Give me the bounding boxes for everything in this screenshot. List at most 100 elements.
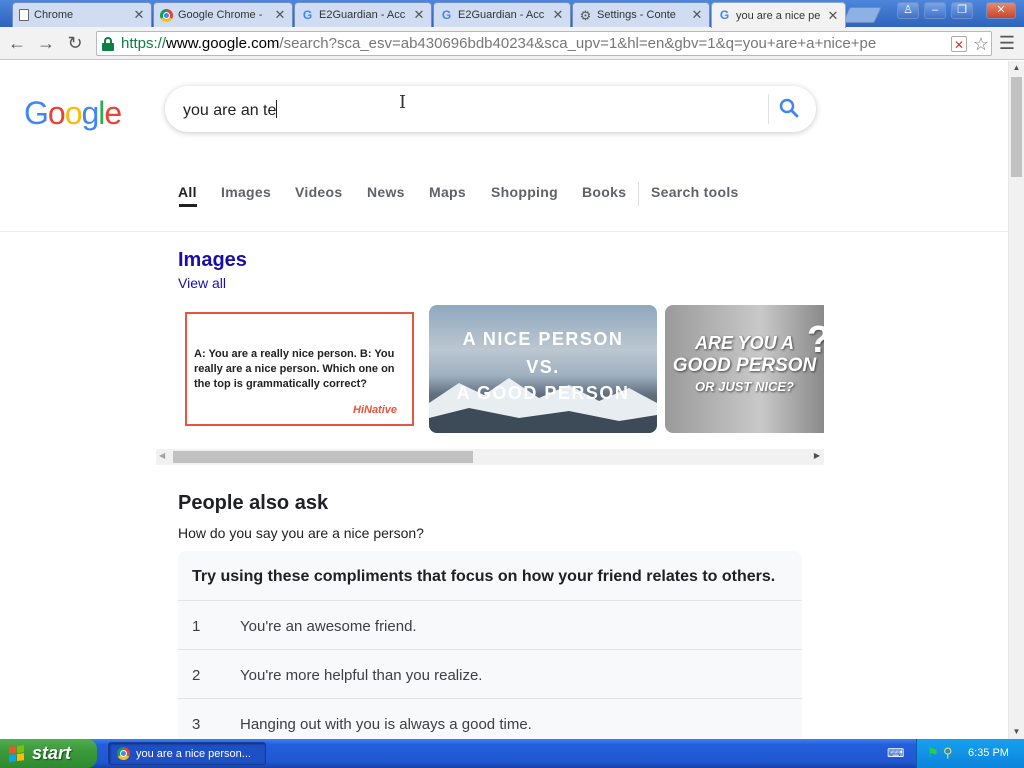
google-logo[interactable]: Google xyxy=(24,95,122,132)
tab-search-tools[interactable]: Search tools xyxy=(651,184,739,200)
network-icon[interactable]: ⚑ xyxy=(927,745,939,761)
search-icon[interactable] xyxy=(777,96,801,120)
browser-tab-active[interactable]: G you are a nice pe ✕ xyxy=(711,2,846,28)
image-result[interactable]: A: You are a really nice person. B: You … xyxy=(178,305,420,433)
new-tab-button[interactable] xyxy=(842,7,882,23)
tab-news[interactable]: News xyxy=(367,184,405,200)
scrollbar-thumb[interactable] xyxy=(1011,77,1022,177)
start-button[interactable]: start xyxy=(0,739,97,768)
divider xyxy=(768,94,769,124)
tab-books[interactable]: Books xyxy=(582,184,626,200)
taskbar-item-label: you are a nice person... xyxy=(136,747,251,760)
chrome-icon xyxy=(160,8,173,22)
browser-tab[interactable]: Chrome ✕ xyxy=(12,2,152,27)
close-icon[interactable]: ✕ xyxy=(691,7,703,23)
close-icon[interactable]: ✕ xyxy=(413,7,425,23)
browser-tab[interactable]: G E2Guardian - Acc ✕ xyxy=(433,2,571,27)
tab-title: E2Guardian - Acc xyxy=(458,9,545,21)
google-g-icon: G xyxy=(302,7,313,22)
restore-button[interactable]: ❐ xyxy=(951,2,973,19)
tab-all[interactable]: All xyxy=(178,184,197,200)
tab-videos[interactable]: Videos xyxy=(295,184,342,200)
tab-images[interactable]: Images xyxy=(221,184,271,200)
list-item: 2 You're more helpful than you realize. xyxy=(178,649,802,698)
menu-icon[interactable]: ☰ xyxy=(998,33,1016,53)
scroll-down-icon[interactable]: ▼ xyxy=(1009,725,1024,739)
browser-tab[interactable]: G E2Guardian - Acc ✕ xyxy=(294,2,432,27)
list-text: You're an awesome friend. xyxy=(240,618,417,635)
keyboard-icon[interactable]: ⌨ xyxy=(887,746,904,760)
list-item: 3 Hanging out with you is always a good … xyxy=(178,698,802,739)
page-icon xyxy=(19,9,29,21)
list-text: You're more helpful than you realize. xyxy=(240,667,483,684)
tab-maps[interactable]: Maps xyxy=(429,184,466,200)
image-brand: HiNative xyxy=(353,404,398,416)
search-input[interactable]: you are an te xyxy=(183,100,278,120)
close-icon[interactable]: ✕ xyxy=(133,7,145,23)
scroll-left-icon[interactable]: ◀ xyxy=(159,451,165,460)
search-tray-icon[interactable]: ⚲ xyxy=(943,745,953,761)
image-text: A GOOD PERSON xyxy=(456,383,630,403)
question-mark-graphic: ? xyxy=(807,319,824,362)
browser-tab[interactable]: ⚙ Settings - Conte ✕ xyxy=(572,2,710,27)
close-icon[interactable]: ✕ xyxy=(274,7,286,23)
search-box[interactable]: you are an te xyxy=(165,86,816,132)
tab-title: you are a nice pe xyxy=(736,9,821,22)
gear-icon: ⚙ xyxy=(579,7,592,23)
page-content: Google you are an te I All Images Videos… xyxy=(0,61,1008,739)
list-number: 2 xyxy=(192,667,201,684)
address-bar[interactable]: https://www.google.com/search?sca_esv=ab… xyxy=(96,31,992,56)
back-button[interactable]: ← xyxy=(6,32,28,54)
page-scrollbar[interactable]: ▲ ▼ xyxy=(1008,61,1024,739)
image-result[interactable]: A NICE PERSON VS. A GOOD PERSON xyxy=(429,305,657,433)
bookmark-star-icon[interactable]: ☆ xyxy=(971,34,991,54)
start-label: start xyxy=(32,743,72,763)
browser-toolbar: ← → ↻ https://www.google.com/search?sca_… xyxy=(0,27,1024,60)
close-icon[interactable]: ✕ xyxy=(552,7,564,23)
google-g-icon: G xyxy=(719,8,730,22)
image-text: OR JUST NICE? xyxy=(695,379,794,394)
blocked-popup-icon[interactable]: ✕ xyxy=(951,35,967,52)
image-text: VS. xyxy=(526,357,560,377)
clock[interactable]: 6:35 PM xyxy=(968,747,1009,759)
list-item: 1 You're an awesome friend. xyxy=(178,600,802,649)
user-icon[interactable]: ♙ xyxy=(897,2,919,19)
image-text: A: You are a really nice person. B: You … xyxy=(194,348,395,390)
image-carousel-scrollbar[interactable]: ◀ ▶ xyxy=(156,449,824,465)
list-text: Hanging out with you is always a good ti… xyxy=(240,716,532,733)
close-icon[interactable]: ✕ xyxy=(827,8,839,24)
tab-shopping[interactable]: Shopping xyxy=(491,184,558,200)
forward-button[interactable]: → xyxy=(35,32,57,54)
image-text: ARE YOU A xyxy=(694,333,795,353)
google-g-icon: G xyxy=(441,7,452,22)
view-all-link[interactable]: View all xyxy=(178,275,226,291)
image-text: A NICE PERSON xyxy=(462,329,624,349)
text-caret xyxy=(276,100,278,118)
reload-button[interactable]: ↻ xyxy=(64,32,86,54)
tab-title: Google Chrome - xyxy=(178,9,263,21)
close-window-button[interactable]: ✕ xyxy=(986,2,1016,19)
paa-question[interactable]: How do you say you are a nice person? xyxy=(178,525,424,541)
image-text: GOOD PERSON xyxy=(672,355,817,376)
taskbar-item[interactable]: you are a nice person... xyxy=(108,742,266,765)
tab-title: Settings - Conte xyxy=(597,9,676,21)
text-cursor-icon: I xyxy=(399,92,407,113)
system-tray: ⚑ ⚲ 6:35 PM xyxy=(916,739,1024,768)
minimize-button[interactable]: – xyxy=(924,2,946,19)
taskbar: start you are a nice person... ⌨ ⚑ ⚲ 6:3… xyxy=(0,739,1024,768)
lock-icon xyxy=(101,36,115,52)
tab-title: E2Guardian - Acc xyxy=(319,9,406,21)
scroll-right-icon[interactable]: ▶ xyxy=(814,451,820,460)
list-number: 1 xyxy=(192,618,201,635)
active-tab-underline xyxy=(179,204,197,207)
tab-title: Chrome xyxy=(34,9,74,21)
image-result[interactable]: ARE YOU A GOOD PERSON OR JUST NICE? ? xyxy=(665,305,824,433)
browser-tab[interactable]: Google Chrome - ✕ xyxy=(153,2,293,27)
url-text[interactable]: https://www.google.com/search?sca_esv=ab… xyxy=(121,35,951,52)
scrollbar-thumb[interactable] xyxy=(173,451,473,463)
paa-answer-heading: Try using these compliments that focus o… xyxy=(192,568,776,585)
scroll-up-icon[interactable]: ▲ xyxy=(1009,61,1024,75)
title-bar: Chrome ✕ Google Chrome - ✕ G E2Guardian … xyxy=(0,0,1024,28)
images-heading[interactable]: Images xyxy=(178,249,247,272)
people-also-ask-heading: People also ask xyxy=(178,492,329,514)
